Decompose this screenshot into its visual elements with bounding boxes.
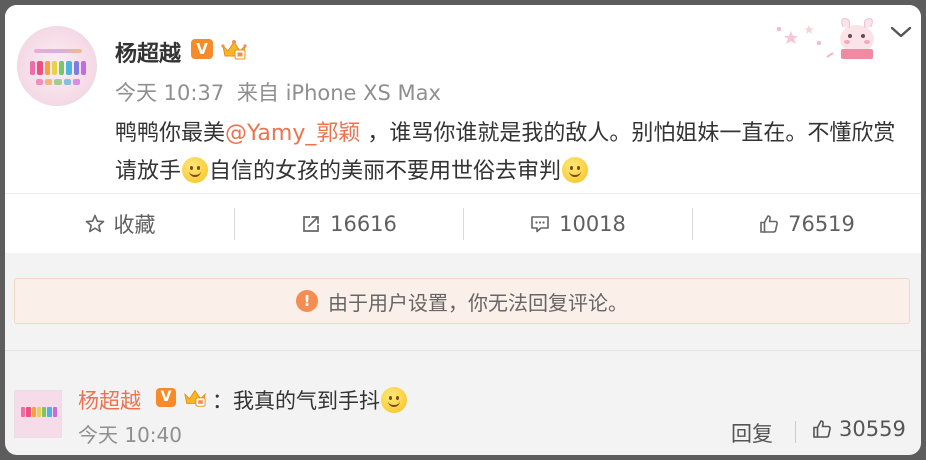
- separator: [795, 421, 796, 443]
- thumbs-up-icon: [813, 420, 831, 438]
- warning-icon: !: [296, 290, 318, 312]
- post-meta: 今天 10:37 来自 iPhone XS Max: [115, 77, 447, 107]
- verified-badge: V: [191, 39, 213, 59]
- reply-disabled-notice: ! 由于用户设置，你无法回复评论。: [14, 278, 910, 324]
- repost-icon: [303, 215, 319, 232]
- mention-link[interactable]: @Yamy_郭颖: [225, 121, 360, 146]
- favorite-button[interactable]: 收藏: [5, 194, 234, 254]
- card-decoration-icon: [777, 18, 874, 59]
- post-time: 今天 10:37: [115, 81, 225, 105]
- star-icon: [85, 214, 104, 232]
- smile-emoji-icon: [381, 387, 407, 413]
- comment-text: ：我真的气到手抖: [212, 385, 408, 415]
- reply-button[interactable]: 回复: [731, 418, 773, 448]
- comment-count: 10018: [559, 211, 626, 236]
- post-source: 来自 iPhone XS Max: [236, 81, 441, 105]
- post-text-part: 鸭鸭你最美: [115, 121, 226, 146]
- crown-icon: [184, 389, 206, 407]
- crown-icon: [221, 40, 247, 60]
- favorite-label: 收藏: [113, 212, 156, 237]
- repost-count: 16616: [330, 211, 397, 236]
- divider: [5, 350, 921, 351]
- comment-verified-badge: V: [156, 388, 176, 407]
- comment-username[interactable]: 杨超越: [78, 385, 141, 415]
- repost-button[interactable]: 16616: [234, 194, 463, 254]
- post: 杨超越 V 今天 10:37 来自 iPhone XS Max 鸭鸭你最美@Ya…: [5, 5, 921, 253]
- avatar[interactable]: [17, 26, 97, 106]
- weibo-card: 杨超越 V 今天 10:37 来自 iPhone XS Max 鸭鸭你最美@Ya…: [5, 5, 921, 455]
- comment-like-count: 30559: [839, 417, 906, 441]
- thumbs-up-icon: [760, 214, 778, 233]
- post-text: 鸭鸭你最美@Yamy_郭颖 ，谁骂你谁就是我的敌人。别怕姐妹一直在。不懂欣赏请放…: [115, 115, 915, 191]
- comment-time: 今天 10:40: [78, 423, 182, 447]
- comment-button[interactable]: 10018: [463, 194, 692, 254]
- like-button[interactable]: 76519: [692, 194, 921, 254]
- comment-like-button[interactable]: 30559: [811, 417, 906, 441]
- comment-avatar[interactable]: [14, 390, 62, 438]
- comment-icon: [531, 215, 549, 232]
- chevron-down-icon[interactable]: [889, 23, 913, 41]
- post-text-part: 自信的女孩的美丽不要用世俗去审判: [209, 159, 562, 184]
- action-bar: 收藏 16616 10018 76519: [5, 193, 921, 253]
- smile-emoji-icon: [182, 157, 209, 183]
- comment-text-body: ：我真的气到手抖: [212, 389, 380, 413]
- like-count: 76519: [788, 211, 855, 236]
- smile-emoji-icon: [562, 157, 589, 183]
- notice-text: 由于用户设置，你无法回复评论。: [328, 290, 628, 315]
- post-username[interactable]: 杨超越: [115, 36, 181, 68]
